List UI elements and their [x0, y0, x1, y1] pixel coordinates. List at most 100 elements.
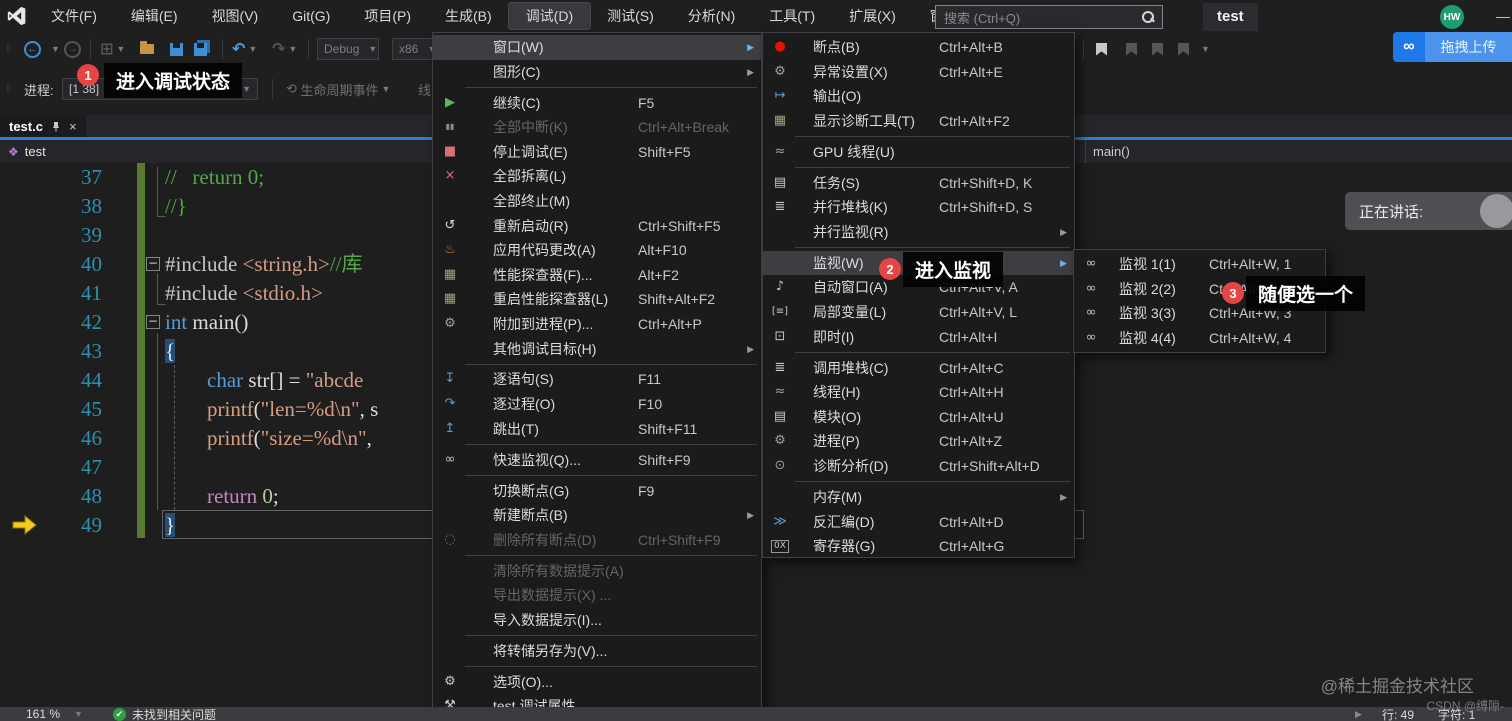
window-submenu-item[interactable]: ≫ 反汇编(D) Ctrl+Alt+D [763, 510, 1074, 535]
debug-menu-item[interactable]: ▦ 重启性能探查器(L) Shift+Alt+F2 [433, 287, 761, 312]
debug-menu-item[interactable]: 清除所有数据提示(A) [433, 559, 761, 584]
debug-menu-item[interactable]: 全部终止(M) [433, 189, 761, 214]
menubar-item-10[interactable]: 工具(T) [752, 3, 832, 29]
search-input[interactable]: 搜索 (Ctrl+Q) [935, 5, 1163, 29]
netdisk-upload-button[interactable]: ∞ 拖拽上传 [1393, 32, 1512, 62]
zoom-level-dropdown[interactable]: 161 % [26, 707, 60, 721]
window-submenu-item[interactable]: ↦ 输出(O) [763, 84, 1074, 109]
minimize-button[interactable]: — [1496, 8, 1510, 24]
debug-menu-item[interactable]: 新建断点(B) ▶ [433, 503, 761, 528]
fold-collapse-icon[interactable]: − [146, 315, 160, 329]
debug-menu-item[interactable]: ♨ 应用代码更改(A) Alt+F10 [433, 238, 761, 263]
menubar-item-7[interactable]: 调试(D) [507, 2, 592, 30]
watch-submenu-item[interactable]: ∞ 监视 4(4) Ctrl+Alt+W, 4 [1074, 326, 1325, 351]
debug-menu-item[interactable]: 导入数据提示(I)... [433, 608, 761, 633]
redo-button[interactable]: ↷ ▼ [272, 32, 297, 66]
navigate-forward-button[interactable]: → [64, 32, 81, 66]
window-submenu-item[interactable]: ▤ 任务(S) Ctrl+Shift+D, K [763, 171, 1074, 196]
menubar-item-1[interactable]: 文件(F) [34, 3, 114, 29]
menu-item-label: 输出(O) [813, 88, 862, 105]
debug-menu-item[interactable]: 图形(C) ▶ [433, 60, 761, 85]
tasks-icon: ▤ [773, 174, 787, 190]
bookmark-button[interactable] [1096, 32, 1107, 66]
user-avatar[interactable]: HW [1440, 5, 1464, 29]
toolbar-overflow-caret-icon[interactable]: ▼ [1198, 32, 1210, 66]
debug-menu-item[interactable]: ↧ 逐语句(S) F11 [433, 367, 761, 392]
debug-menu-item[interactable]: ◌ 删除所有断点(D) Ctrl+Shift+F9 [433, 528, 761, 553]
pin-icon[interactable] [51, 121, 61, 132]
back-dropdown-caret-icon[interactable]: ▼ [48, 32, 60, 66]
new-file-button[interactable]: ⊞ ▼ [100, 32, 125, 66]
window-submenu-item[interactable]: ≈ GPU 线程(U) [763, 140, 1074, 165]
debug-menu-item[interactable]: ↥ 跳出(T) Shift+F11 [433, 417, 761, 442]
menu-item-shortcut: Ctrl+Alt+G [939, 538, 1005, 555]
window-submenu-item[interactable]: ⊙ 诊断分析(D) Ctrl+Shift+Alt+D [763, 454, 1074, 479]
clear-bookmarks-button[interactable] [1178, 32, 1189, 66]
window-submenu-item[interactable]: 内存(M) ▶ [763, 485, 1074, 510]
debug-menu-item[interactable]: ↷ 逐过程(O) F10 [433, 392, 761, 417]
debug-menu-item[interactable]: ▦ 性能探查器(F)... Alt+F2 [433, 263, 761, 288]
menu-item-label: 并行堆栈(K) [813, 199, 888, 216]
menubar-item-5[interactable]: 项目(P) [347, 3, 428, 29]
menu-item-label: 任务(S) [813, 174, 860, 191]
toolbar-drag-handle-icon[interactable]: ⁞⁞ [6, 32, 10, 66]
netdisk-logo-icon: ∞ [1393, 32, 1425, 62]
menu-item-shortcut: Alt+F2 [638, 266, 679, 283]
code-token: ( [253, 397, 261, 421]
search-icon[interactable] [1142, 11, 1154, 23]
nav-project-dropdown[interactable]: test [25, 144, 46, 159]
debug-menu-item[interactable]: 切换断点(G) F9 [433, 479, 761, 504]
detach-icon: × [444, 168, 456, 184]
next-bookmark-button[interactable] [1152, 32, 1163, 66]
line-number: 47 [81, 455, 102, 479]
debug-menu-item[interactable]: ▮▮ 全部中断(K) Ctrl+Alt+Break [433, 115, 761, 140]
window-submenu-item[interactable]: ⚙ 异常设置(X) Ctrl+Alt+E [763, 60, 1074, 85]
menubar-item-6[interactable]: 生成(B) [428, 3, 509, 29]
fold-collapse-icon[interactable]: − [146, 257, 160, 271]
window-submenu-item[interactable]: ▤ 模块(O) Ctrl+Alt+U [763, 405, 1074, 430]
status-expand-icon[interactable]: ▶ [1355, 709, 1362, 720]
debug-menu-item[interactable]: 其他调试目标(H) ▶ [433, 337, 761, 362]
window-submenu-item[interactable]: ● 断点(B) Ctrl+Alt+B [763, 35, 1074, 60]
menubar-item-8[interactable]: 测试(S) [590, 3, 671, 29]
lifecycle-events-button[interactable]: ⟲ 生命周期事件 ▼ [286, 72, 390, 106]
window-submenu-item[interactable]: ≈ 线程(H) Ctrl+Alt+H [763, 380, 1074, 405]
menubar-item-3[interactable]: 视图(V) [195, 3, 276, 29]
annotation-step-1-badge: 1 [77, 64, 99, 86]
window-submenu-item[interactable]: ⊡ 即时(I) Ctrl+Alt+I [763, 325, 1074, 350]
undo-button[interactable]: ↶ ▼ [232, 32, 257, 66]
debug-menu-item[interactable]: ■ 停止调试(E) Shift+F5 [433, 140, 761, 165]
menubar-item-11[interactable]: 扩展(X) [832, 3, 913, 29]
debug-menu-item[interactable]: ⚙ 选项(O)... [433, 670, 761, 695]
navigate-back-button[interactable]: ← [24, 32, 41, 66]
toolbar-drag-handle-icon[interactable]: ⁞⁞ [6, 72, 10, 106]
menubar-item-2[interactable]: 编辑(E) [114, 3, 195, 29]
tab-test-c[interactable]: test.c × [0, 115, 86, 137]
menubar-item-4[interactable]: Git(G) [275, 3, 347, 29]
window-submenu-item[interactable]: ≣ 并行堆栈(K) Ctrl+Shift+D, S [763, 195, 1074, 220]
nav-member-dropdown[interactable]: main() [1093, 144, 1130, 159]
window-submenu-item[interactable]: ≣ 调用堆栈(C) Ctrl+Alt+C [763, 356, 1074, 381]
menubar-item-9[interactable]: 分析(N) [671, 3, 752, 29]
window-submenu-item[interactable]: ⚙ 进程(P) Ctrl+Alt+Z [763, 429, 1074, 454]
debug-menu-item[interactable]: ↺ 重新启动(R) Ctrl+Shift+F5 [433, 214, 761, 239]
debug-menu-item[interactable]: 窗口(W) ▶ [433, 35, 761, 60]
window-submenu-item[interactable]: 并行监视(R) ▶ [763, 220, 1074, 245]
window-submenu-item[interactable]: [≡] 局部变量(L) Ctrl+Alt+V, L [763, 300, 1074, 325]
open-folder-button[interactable] [140, 32, 154, 66]
watch-submenu-item[interactable]: ∞ 监视 1(1) Ctrl+Alt+W, 1 [1074, 252, 1325, 277]
prev-bookmark-button[interactable] [1126, 32, 1137, 66]
window-submenu-item[interactable]: 0X 寄存器(G) Ctrl+Alt+G [763, 534, 1074, 557]
debug-menu-item[interactable]: 将转储另存为(V)... [433, 639, 761, 664]
zoom-caret-icon[interactable]: ▼ [74, 709, 83, 719]
debug-menu-item[interactable]: ⚙ 附加到进程(P)... Ctrl+Alt+P [433, 312, 761, 337]
debug-menu-item[interactable]: × 全部拆离(L) [433, 164, 761, 189]
debug-menu-item[interactable]: ▶ 继续(C) F5 [433, 91, 761, 116]
solution-config-dropdown[interactable]: Debug ▼ [317, 32, 379, 66]
save-button[interactable] [170, 32, 183, 66]
save-all-button[interactable] [194, 32, 207, 66]
debug-menu-item[interactable]: ∞ 快速监视(Q)... Shift+F9 [433, 448, 761, 473]
debug-menu-item[interactable]: 导出数据提示(X) ... [433, 583, 761, 608]
window-submenu-item[interactable]: ▦ 显示诊断工具(T) Ctrl+Alt+F2 [763, 109, 1074, 134]
close-tab-icon[interactable]: × [69, 119, 77, 134]
